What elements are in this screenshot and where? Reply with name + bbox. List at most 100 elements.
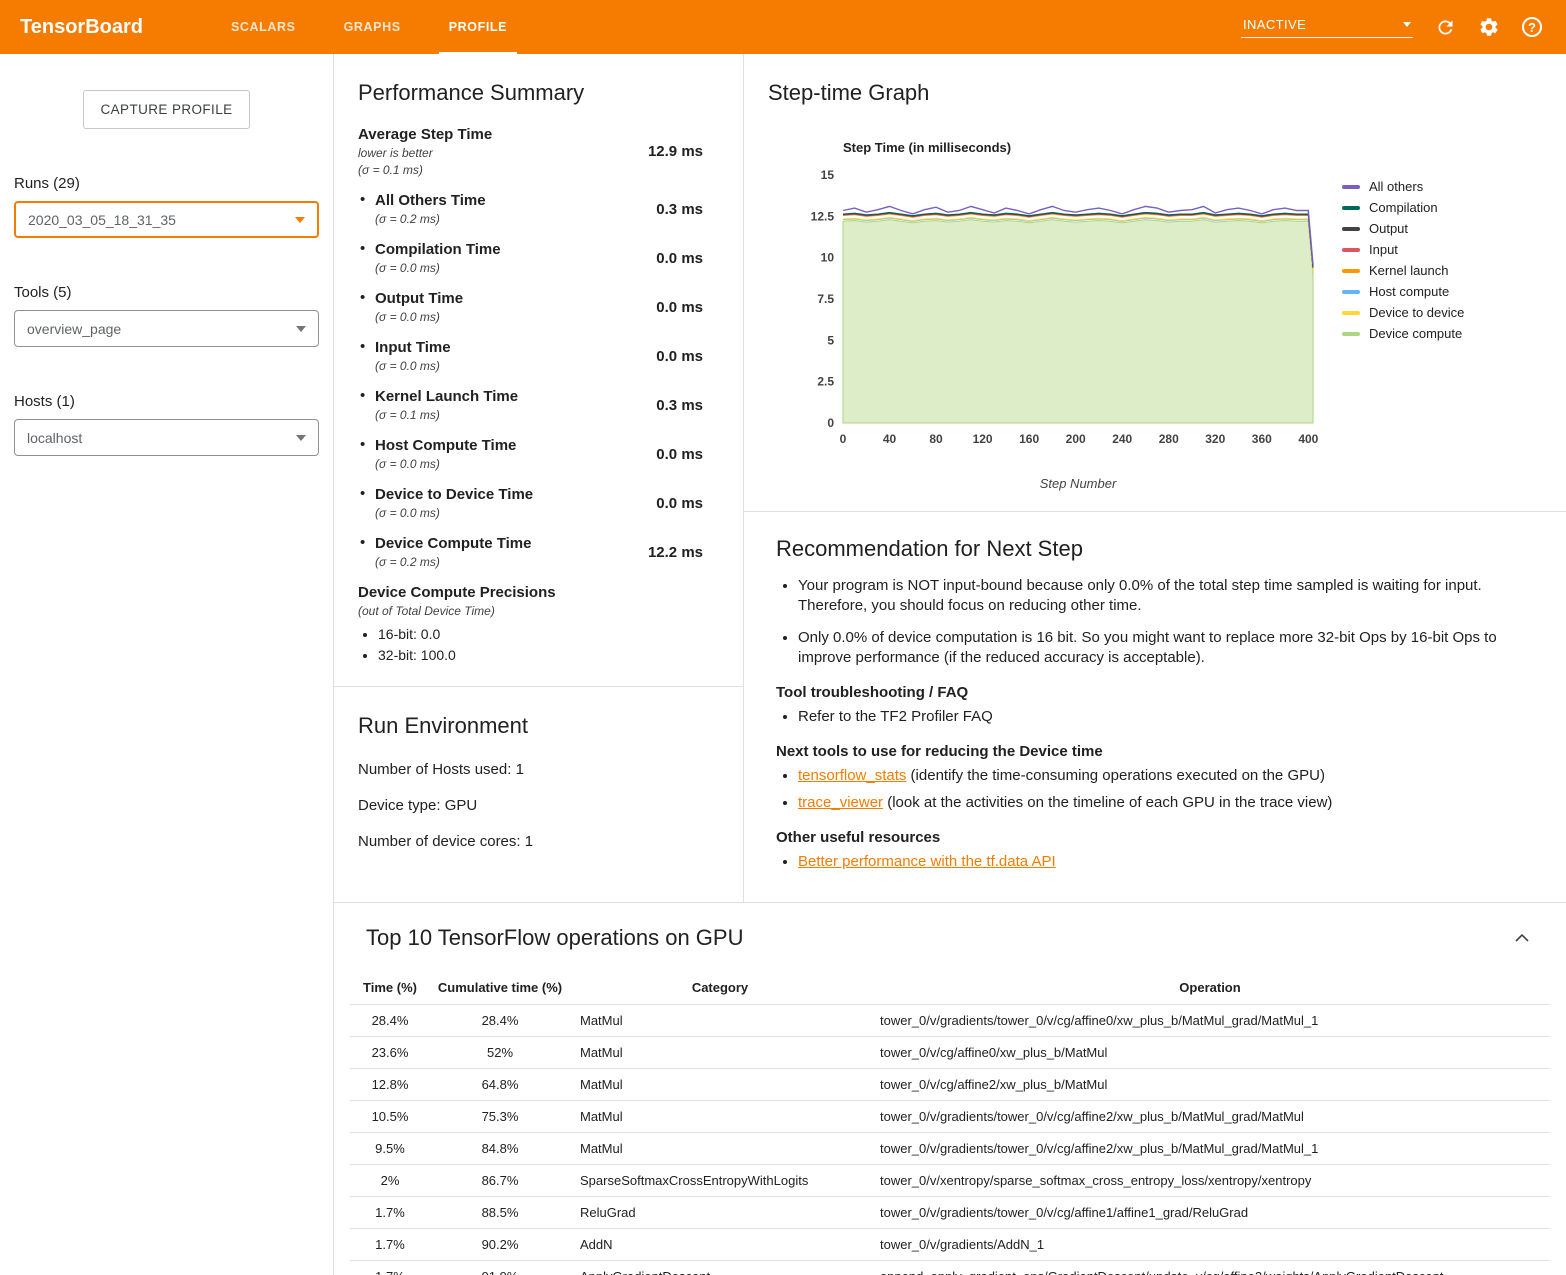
- legend-swatch: [1342, 206, 1360, 210]
- table-cell: 1.7%: [350, 1197, 430, 1229]
- table-cell: 86.7%: [430, 1165, 570, 1197]
- svg-text:0: 0: [827, 416, 834, 430]
- perf-item-label: Output Time: [375, 290, 646, 307]
- chevron-down-icon: [1403, 22, 1411, 27]
- table-cell: tower_0/v/cg/affine0/xw_plus_b/MatMul: [870, 1037, 1550, 1069]
- legend-swatch: [1342, 290, 1360, 294]
- perf-item-sigma: (σ = 0.0 ms): [375, 457, 646, 471]
- table-row: 23.6%52%MatMultower_0/v/cg/affine0/xw_pl…: [350, 1037, 1550, 1069]
- app-header: TensorBoard SCALARS GRAPHS PROFILE INACT…: [0, 0, 1566, 54]
- tools-label: Tools (5): [14, 284, 333, 301]
- perf-summary-item: Compilation Time(σ = 0.0 ms)0.0 ms: [358, 241, 703, 275]
- trace-viewer-link[interactable]: trace_viewer: [798, 794, 883, 811]
- svg-text:160: 160: [1019, 432, 1039, 446]
- table-cell: tower_0/v/cg/affine2/xw_plus_b/MatMul: [870, 1069, 1550, 1101]
- run-environment-line: Device type: GPU: [358, 797, 719, 814]
- table-cell: SparseSoftmaxCrossEntropyWithLogits: [570, 1165, 870, 1197]
- table-header-cell: Category: [570, 971, 870, 1005]
- perf-item-sigma: (σ = 0.2 ms): [375, 212, 646, 226]
- table-cell: append_apply_gradient_ops/GradientDescen…: [870, 1261, 1550, 1275]
- tab-scalars[interactable]: SCALARS: [207, 0, 320, 54]
- capture-profile-button[interactable]: CAPTURE PROFILE: [83, 90, 249, 129]
- table-cell: 64.8%: [430, 1069, 570, 1101]
- device-compute-precisions: Device Compute Precisions (out of Total …: [358, 584, 703, 663]
- perf-item-value: 0.0 ms: [656, 250, 703, 267]
- resources-item: Better performance with the tf.data API: [798, 852, 1534, 872]
- table-cell: tower_0/v/gradients/tower_0/v/cg/affine1…: [870, 1197, 1550, 1229]
- run-environment-card: Run Environment Number of Hosts used: 1D…: [334, 687, 743, 895]
- svg-text:320: 320: [1205, 432, 1225, 446]
- run-environment-lines: Number of Hosts used: 1Device type: GPUN…: [358, 761, 719, 850]
- table-row: 1.7%91.9%ApplyGradientDescentappend_appl…: [350, 1261, 1550, 1275]
- legend-item: Output: [1342, 218, 1464, 239]
- tab-graphs[interactable]: GRAPHS: [320, 0, 425, 54]
- table-row: 28.4%28.4%MatMultower_0/v/gradients/towe…: [350, 1005, 1550, 1037]
- perf-item-sigma: (σ = 0.2 ms): [375, 555, 638, 569]
- table-header-row: Time (%)Cumulative time (%)CategoryOpera…: [350, 971, 1550, 1005]
- svg-text:200: 200: [1066, 432, 1086, 446]
- perf-item-value: 0.0 ms: [656, 348, 703, 365]
- x-axis-label: Step Number: [843, 476, 1313, 491]
- chevron-down-icon: [296, 435, 306, 441]
- table-cell: 28.4%: [350, 1005, 430, 1037]
- performance-summary-title: Performance Summary: [358, 80, 703, 106]
- perf-item-value: 0.0 ms: [656, 299, 703, 316]
- hosts-select[interactable]: localhost: [14, 419, 319, 456]
- average-step-time-label: Average Step Time: [358, 126, 638, 143]
- runs-select[interactable]: 2020_03_05_18_31_35: [14, 201, 319, 238]
- chart-area: Step Time (in milliseconds) 02.557.51012…: [798, 140, 1328, 491]
- table-cell: AddN: [570, 1229, 870, 1261]
- table-row: 1.7%90.2%AddNtower_0/v/gradients/AddN_1: [350, 1229, 1550, 1261]
- next-tools-item-text: (look at the activities on the timeline …: [883, 794, 1332, 811]
- legend-label: Host compute: [1369, 284, 1449, 299]
- graph-column: Step-time Graph Step Time (in millisecon…: [744, 54, 1566, 902]
- svg-text:2.5: 2.5: [817, 375, 834, 389]
- help-icon[interactable]: ?: [1522, 17, 1542, 37]
- svg-text:10: 10: [821, 251, 835, 265]
- tensorflow-stats-link[interactable]: tensorflow_stats: [798, 767, 906, 784]
- precision-item: 16-bit: 0.0: [378, 626, 703, 642]
- svg-text:240: 240: [1112, 432, 1132, 446]
- header-controls: INACTIVE ?: [1241, 16, 1542, 38]
- table-cell: 84.8%: [430, 1133, 570, 1165]
- refresh-icon[interactable]: [1435, 17, 1456, 38]
- perf-item-label: Input Time: [375, 339, 646, 356]
- table-cell: tower_0/v/gradients/tower_0/v/cg/affine2…: [870, 1101, 1550, 1133]
- svg-text:40: 40: [883, 432, 897, 446]
- legend-label: Device compute: [1369, 326, 1462, 341]
- performance-summary-card: Performance Summary Average Step Time lo…: [334, 54, 743, 687]
- table-cell: MatMul: [570, 1133, 870, 1165]
- sidebar: CAPTURE PROFILE Runs (29) 2020_03_05_18_…: [0, 54, 334, 1275]
- legend-swatch: [1342, 227, 1360, 231]
- legend-swatch: [1342, 332, 1360, 336]
- perf-summary-item: Host Compute Time(σ = 0.0 ms)0.0 ms: [358, 437, 703, 471]
- table-header-cell: Operation: [870, 971, 1550, 1005]
- legend-swatch: [1342, 269, 1360, 273]
- perf-item-label: Device to Device Time: [375, 486, 646, 503]
- tab-profile[interactable]: PROFILE: [425, 0, 531, 54]
- table-cell: 90.2%: [430, 1229, 570, 1261]
- gear-icon[interactable]: [1478, 16, 1500, 38]
- perf-item-label: Compilation Time: [375, 241, 646, 258]
- status-dropdown[interactable]: INACTIVE: [1241, 17, 1413, 38]
- tools-select[interactable]: overview_page: [14, 310, 319, 347]
- legend-item: Device to device: [1342, 302, 1464, 323]
- legend-label: All others: [1369, 179, 1423, 194]
- table-cell: MatMul: [570, 1101, 870, 1133]
- faq-heading: Tool troubleshooting / FAQ: [776, 684, 1534, 701]
- main-content: Performance Summary Average Step Time lo…: [334, 54, 1566, 1275]
- legend-item: Host compute: [1342, 281, 1464, 302]
- perf-item-value: 0.0 ms: [656, 495, 703, 512]
- tfdata-api-link[interactable]: Better performance with the tf.data API: [798, 853, 1056, 870]
- perf-item-value: 12.2 ms: [648, 544, 703, 561]
- table-cell: 9.5%: [350, 1133, 430, 1165]
- legend-label: Kernel launch: [1369, 263, 1449, 278]
- table-cell: 1.7%: [350, 1261, 430, 1275]
- perf-summary-item: Device Compute Time(σ = 0.2 ms)12.2 ms: [358, 535, 703, 569]
- perf-item-label: All Others Time: [375, 192, 646, 209]
- chevron-up-icon[interactable]: [1510, 929, 1534, 947]
- legend-item: Compilation: [1342, 197, 1464, 218]
- recommendation-item: Only 0.0% of device computation is 16 bi…: [798, 628, 1534, 669]
- step-time-graph-title: Step-time Graph: [768, 80, 1542, 106]
- table-header-cell: Cumulative time (%): [430, 971, 570, 1005]
